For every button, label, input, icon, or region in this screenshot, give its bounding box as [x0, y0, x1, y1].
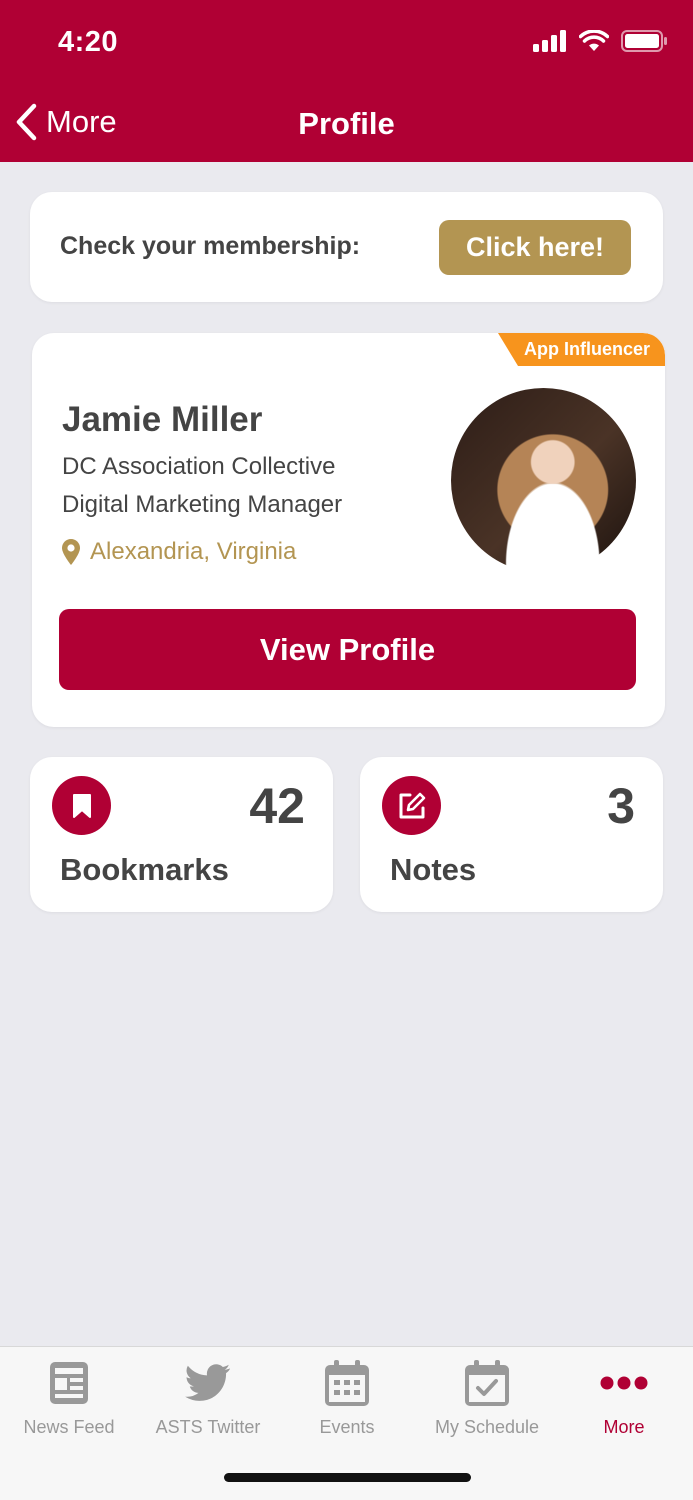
- page-title: Profile: [298, 106, 395, 141]
- tab-more[interactable]: More: [555, 1357, 693, 1438]
- membership-label: Check your membership:: [60, 232, 361, 260]
- location-pin-icon: [62, 539, 80, 565]
- calendar-icon: [278, 1357, 416, 1409]
- signal-icon: [533, 30, 566, 52]
- avatar: [451, 388, 636, 573]
- profile-card: App Influencer Jamie Miller DC Associati…: [32, 333, 665, 727]
- top-bar: 4:20 More Profile: [0, 0, 693, 162]
- wifi-icon: [579, 30, 609, 51]
- influencer-badge: App Influencer: [497, 333, 665, 366]
- profile-location: Alexandria, Virginia: [62, 538, 296, 566]
- status-time: 4:20: [58, 26, 119, 58]
- tab-label: Events: [319, 1417, 375, 1437]
- edit-note-icon: [382, 776, 441, 835]
- bookmarks-count: 42: [249, 778, 305, 834]
- tab-label: News Feed: [23, 1417, 115, 1437]
- profile-organization: DC Association Collective: [62, 453, 336, 480]
- notes-count: 3: [607, 778, 635, 834]
- tab-asts-twitter[interactable]: ASTS Twitter: [139, 1357, 277, 1438]
- profile-role: Digital Marketing Manager: [62, 491, 343, 518]
- bookmarks-label: Bookmarks: [60, 852, 229, 887]
- calendar-check-icon: [418, 1357, 556, 1409]
- tab-news-feed[interactable]: News Feed: [0, 1357, 138, 1438]
- tab-events[interactable]: Events: [278, 1357, 416, 1438]
- battery-icon: [621, 30, 667, 52]
- profile-name: Jamie Miller: [62, 400, 263, 439]
- tab-my-schedule[interactable]: My Schedule: [418, 1357, 556, 1438]
- notes-card[interactable]: 3 Notes: [360, 757, 663, 912]
- membership-card: Check your membership: Click here!: [30, 192, 663, 302]
- tab-label: My Schedule: [434, 1417, 540, 1437]
- tab-label: More: [603, 1417, 645, 1437]
- tab-label: ASTS Twitter: [155, 1417, 261, 1437]
- twitter-icon: [139, 1357, 277, 1409]
- check-membership-button[interactable]: Click here!: [439, 220, 631, 275]
- status-icons: [533, 30, 667, 52]
- location-text: Alexandria, Virginia: [90, 538, 297, 565]
- bookmark-icon: [52, 776, 111, 835]
- newspaper-icon: [0, 1357, 138, 1409]
- bookmarks-card[interactable]: 42 Bookmarks: [30, 757, 333, 912]
- more-dots-icon: [555, 1357, 693, 1409]
- view-profile-button[interactable]: View Profile: [59, 609, 636, 690]
- home-indicator: [224, 1473, 471, 1482]
- notes-label: Notes: [390, 852, 477, 887]
